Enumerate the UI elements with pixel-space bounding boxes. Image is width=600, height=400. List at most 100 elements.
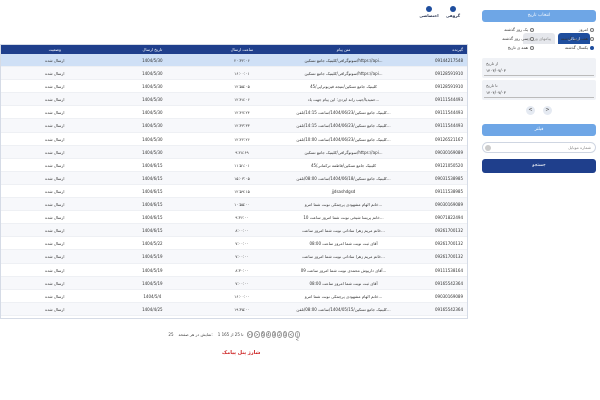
cell-status: ارسال شده [45, 228, 65, 234]
radio-icon [590, 36, 594, 41]
table-row[interactable]: 09128591910 کلینیک جامع تسکین/نتیجه فیزیو… [1, 80, 467, 94]
cell-message: کلینیک جامع تسکین/1404/06/23/ساعت 10:00/… [296, 136, 391, 142]
cell-message: خانم مریم زهرا ساداتی نوبت شما امروز ساع… [302, 228, 385, 234]
cell-status: ارسال شده [45, 162, 65, 168]
cell-status: ارسال شده [45, 175, 65, 181]
group-icon [450, 6, 456, 12]
radio-icon [590, 27, 594, 32]
cell-time: ۱۲:۵۵:۰۵ [234, 84, 250, 90]
page-button[interactable]: 5 [260, 330, 266, 338]
messages-table: گیرنده متن پیام ساعت ارسال تاریخ ارسال و… [0, 44, 468, 319]
cell-time: ۲۰:۳۲:۰۶ [234, 58, 250, 63]
cell-date: 1404/6/15 [142, 215, 163, 221]
last-page-button[interactable]: >| [246, 330, 254, 338]
cell-date: 1404/5/30 [142, 110, 163, 116]
table-row[interactable]: 09111538985 jjdsashdgsd ۱۲:۵۹:۱۵ 1404/6/15 ا… [1, 185, 467, 199]
cell-date: 1404/5/30 [142, 136, 163, 142]
search-button[interactable]: جستجو [482, 159, 596, 173]
cell-date: 1404/4/25 [142, 306, 163, 312]
page-size-label: نمایش در هر صفحه: [178, 331, 213, 337]
table-row[interactable]: 09030169089 خانم الهام مشهودی پرچمکی نوبت… [1, 290, 467, 303]
table-row[interactable]: 09261700132 خانم مریم زهرا ساداتی نوبت شم… [1, 250, 467, 264]
cell-recipient: 09165542364 [435, 280, 463, 286]
radio-thirty-days[interactable]: سی روز گذشته [502, 36, 534, 41]
radio-seven-days[interactable]: هفت روز گذشته [561, 36, 594, 41]
next-page-button[interactable]: > [254, 330, 260, 338]
cell-message: jjdsashdgsd [331, 188, 356, 194]
page-size-select[interactable]: 25 [168, 332, 173, 337]
cell-status: ارسال شده [45, 71, 65, 77]
table-row[interactable]: 09121050520 کلینیک جامع تسکین/فاطمه ترکما… [1, 159, 467, 172]
prev-page-button[interactable]: < [288, 330, 294, 338]
table-row[interactable]: 09031538985 کلینیک جامع تسکین/1404/06/18/… [1, 171, 467, 185]
table-row[interactable]: 09261700132 خانم مریم زهرا ساداتی نوبت شم… [1, 224, 467, 238]
cell-message: کلینیک جامع تسکین/1404/06/23/ساعت 14:15/… [296, 123, 391, 129]
cell-time: ۱۲:۲۲:۲۶ [234, 136, 250, 142]
page-button[interactable]: 1 [282, 330, 288, 338]
page-button[interactable]: 3 [271, 330, 277, 338]
header-status[interactable]: وضعیت [1, 45, 109, 54]
cell-date: 1404/6/15 [142, 188, 163, 194]
radio-one-year[interactable]: یکسال گذشته [565, 45, 594, 50]
table-row[interactable]: 09071822494 خانم پریسا شیخی نوبت شما امرو… [1, 211, 467, 225]
cell-status: ارسال شده [45, 241, 65, 247]
cell-time: ۱۲:۵۹:۱۵ [234, 188, 250, 194]
cell-message: آقای ثبت نوبت شما امروز ساعت 08:00 [309, 280, 378, 286]
first-page-button[interactable]: |< [294, 330, 300, 342]
table-row[interactable]: 09128591910 سوتوگرافی/کلینیک جامع تسکین/h… [1, 67, 467, 81]
cell-message: خانم پریسا شیخی نوبت شما امروز ساعت 10..… [303, 215, 384, 221]
table-body: 09144217548 سوتوگرافی/کلینیک جامع تسکین/h… [1, 54, 467, 316]
mobile-input[interactable]: شماره موبایل [482, 142, 596, 153]
radio-icon [530, 27, 534, 32]
table-row[interactable]: 09111544493 کلینیک جامع تسکین/1404/06/23/… [1, 106, 467, 120]
radio-label: یکسال گذشته [565, 45, 588, 50]
radio-today[interactable]: امروز [579, 27, 594, 32]
cell-recipient: 09030169089 [435, 202, 463, 208]
cell-status: ارسال شده [45, 293, 65, 299]
cell-status: ارسال شده [45, 84, 65, 90]
cell-recipient: 09126521167 [435, 136, 463, 142]
table-row[interactable]: 09111544493 کلینیک جامع تسکین/1404/06/23/… [1, 119, 467, 133]
cell-message: خانم مریم زهرا ساداتی نوبت شما امروز ساع… [302, 254, 385, 260]
cell-date: 1404/5/30 [142, 71, 163, 77]
header-date[interactable]: تاریخ ارسال [109, 45, 197, 54]
table-row[interactable]: 09030169089 خانم الهام مشهودی پرچمکی نوبت… [1, 198, 467, 212]
header-time[interactable]: ساعت ارسال [196, 45, 288, 54]
cell-recipient: 09144217548 [435, 58, 463, 63]
toolbar-label: گروهی [445, 13, 461, 18]
to-date-field[interactable]: ۱۴۰۴/۰۷/۰۳ [484, 88, 594, 98]
cell-date: 1404/5/19 [142, 280, 163, 286]
cell-recipient: 09261700132 [435, 254, 463, 260]
radio-all-dates[interactable]: همه ی تاریخ [508, 45, 534, 50]
radio-one-day[interactable]: یک روز گذشته [504, 27, 534, 32]
header-message[interactable]: متن پیام [288, 45, 400, 54]
cell-status: ارسال شده [45, 58, 65, 63]
cell-time: ۱۰:۵۵:۰۰ [234, 202, 250, 208]
table-row[interactable]: 09030169089 سوتوگرافی/کلینیک جامع تسکین/h… [1, 145, 467, 159]
header-recipient[interactable]: گیرنده [399, 45, 467, 54]
cell-date: 1404/5/30 [142, 149, 163, 155]
from-date-field[interactable]: ۱۴۰۳/۰۷/۰۳ [484, 66, 594, 76]
table-row[interactable]: 09144217548 سوتوگرافی/کلینیک جامع تسکین/h… [1, 54, 467, 68]
toolbar-item-private[interactable]: اختصاصی [418, 6, 440, 18]
clear-icon[interactable] [485, 145, 491, 151]
cell-message: کلینیک جامع تسکین/1404/06/18/ساعت 08:00/… [296, 175, 391, 181]
toolbar-item-group[interactable]: گروهی [442, 6, 464, 18]
table-row[interactable]: 09126521167 کلینیک جامع تسکین/1404/06/23/… [1, 133, 467, 146]
cell-status: ارسال شده [45, 254, 65, 260]
prev-date-button[interactable]: < [526, 106, 535, 115]
table-row[interactable]: 09111544493 حمیدیا/جیب رانه ایزدی: این پی… [1, 93, 467, 107]
cell-message: کلینیک جامع تسکین/نتیجه فیزیوتراپی/45 [310, 84, 377, 90]
cell-date: 1404/5/30 [142, 123, 163, 129]
radio-label: امروز [578, 27, 588, 32]
table-row[interactable]: 09261700132 آقای ثبت نوبت شما امروز ساعت … [1, 237, 467, 251]
cell-status: ارسال شده [45, 306, 65, 312]
page-button[interactable]: 2 [277, 330, 282, 338]
page-button[interactable]: 4 [266, 330, 271, 338]
table-row[interactable]: 09111538164 آقای داریوش محمدی نوبت شما ام… [1, 264, 467, 277]
table-row[interactable]: 09165542364 کلینیک جامع تسکین/1404/05/15/… [1, 302, 467, 316]
table-row[interactable]: 09165542364 آقای ثبت نوبت شما امروز ساعت … [1, 276, 467, 290]
table-header: گیرنده متن پیام ساعت ارسال تاریخ ارسال و… [1, 45, 467, 54]
sms-charge-link[interactable]: شارژ پنل پیامک [222, 350, 260, 356]
next-date-button[interactable]: > [543, 106, 552, 115]
